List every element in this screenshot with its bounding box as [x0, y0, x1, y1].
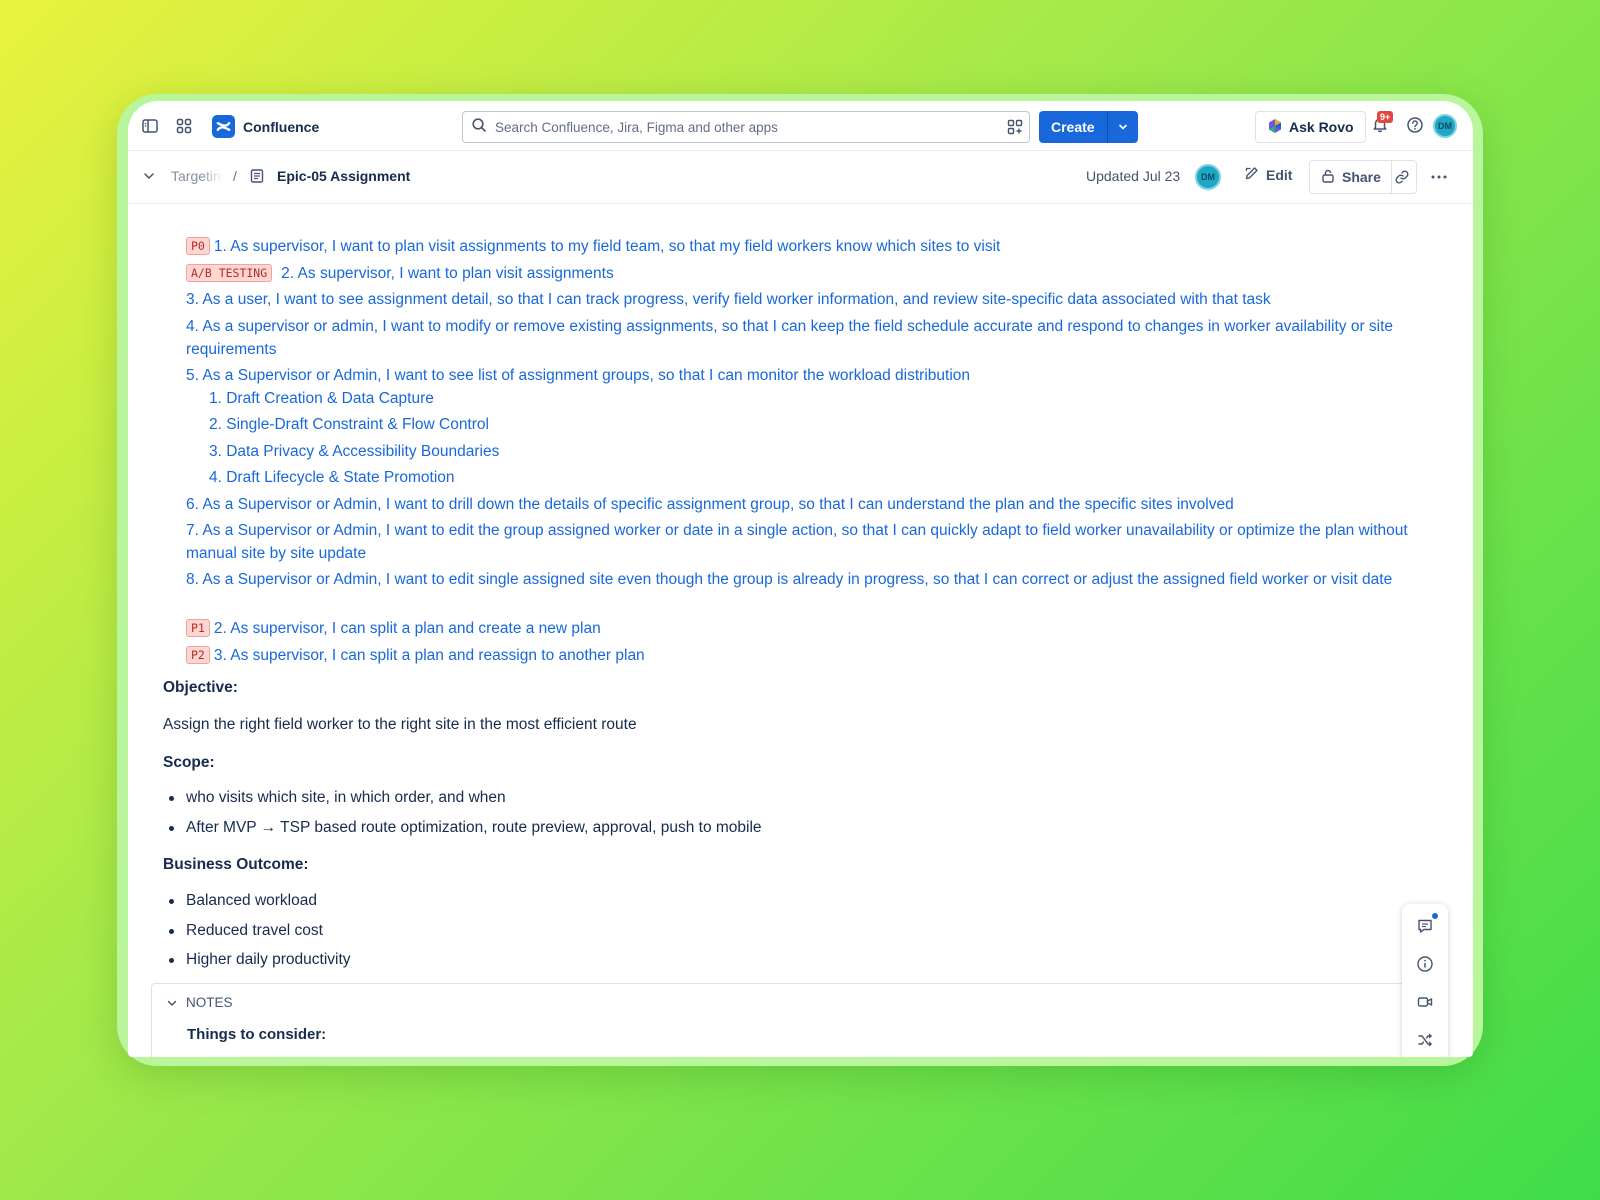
scope-heading: Scope:	[163, 754, 215, 771]
lock-icon	[1320, 168, 1336, 187]
story-link[interactable]: P0 1. As supervisor, I want to plan visit…	[186, 235, 1426, 258]
confluence-logo[interactable]: Confluence	[212, 115, 319, 138]
story-link[interactable]: P2 3. As supervisor, I can split a plan a…	[186, 644, 1426, 667]
author-avatar[interactable]: DM	[1195, 164, 1221, 190]
user-avatar[interactable]: DM	[1433, 114, 1457, 138]
top-navigation: Confluence Create Ask Rovo 9+	[128, 101, 1473, 151]
share-button[interactable]: Share	[1309, 160, 1392, 194]
ask-rovo-button[interactable]: Ask Rovo	[1255, 111, 1366, 143]
breadcrumb-current-page[interactable]: Epic-05 Assignment	[277, 168, 410, 184]
sub-item-link[interactable]: 4. Draft Lifecycle & State Promotion	[209, 466, 1449, 489]
search-icon	[471, 117, 487, 138]
pencil-icon	[1244, 165, 1260, 184]
search-input[interactable]	[495, 119, 975, 135]
business-outcome-heading: Business Outcome:	[163, 856, 309, 873]
list-item: who visits which site, in which order, a…	[169, 789, 506, 806]
list-item: Balanced workload	[169, 892, 317, 909]
list-item: Reduced travel cost	[169, 922, 323, 939]
ask-rovo-label: Ask Rovo	[1289, 119, 1354, 135]
priority-badge: P1	[186, 619, 210, 637]
breadcrumb-parent-link[interactable]: Targeting	[171, 168, 223, 184]
breadcrumb-separator: /	[233, 168, 237, 184]
confluence-window: Confluence Create Ask Rovo 9+	[128, 101, 1473, 1057]
info-icon[interactable]	[1415, 954, 1435, 974]
page-icon	[249, 168, 265, 189]
story-text: 1. As supervisor, I want to plan visit a…	[213, 238, 1001, 255]
link-icon	[1395, 170, 1408, 184]
share-label: Share	[1342, 169, 1381, 185]
last-updated-text[interactable]: Updated Jul 23	[1086, 168, 1180, 184]
sidebar-toggle-icon[interactable]	[139, 115, 161, 137]
objective-heading: Objective:	[163, 679, 238, 696]
chevron-down-icon[interactable]	[142, 169, 156, 188]
app-switcher-icon[interactable]	[173, 115, 195, 137]
notification-count-badge: 9+	[1377, 111, 1394, 123]
objective-text: Assign the right field worker to the rig…	[163, 716, 637, 733]
shuffle-icon[interactable]	[1415, 1030, 1435, 1050]
unread-dot	[1432, 913, 1438, 919]
video-icon[interactable]	[1415, 992, 1435, 1012]
story-link[interactable]: 8. As a Supervisor or Admin, I want to e…	[186, 568, 1426, 591]
floating-toolbar	[1402, 904, 1448, 1057]
rovo-icon	[1267, 118, 1283, 137]
list-item: Higher daily productivity	[169, 951, 351, 968]
confluence-logo-icon	[212, 115, 235, 138]
notes-subheading: Things to consider:	[187, 1026, 327, 1043]
app-name: Confluence	[243, 118, 320, 135]
story-link[interactable]: 4. As a supervisor or admin, I want to m…	[186, 315, 1426, 361]
priority-badge: P0	[186, 237, 210, 255]
status-badge: A/B TESTING	[186, 264, 273, 282]
list-item: After MVP → TSP based route optimization…	[169, 819, 762, 836]
chevron-down-icon	[1118, 124, 1127, 130]
create-button-group: Create	[1039, 111, 1138, 143]
priority-badge: P2	[186, 646, 210, 664]
more-actions-icon[interactable]	[1430, 169, 1448, 190]
story-link[interactable]: 5. As a Supervisor or Admin, I want to s…	[186, 364, 1426, 387]
search-apps-icon[interactable]	[1007, 119, 1023, 140]
global-search[interactable]	[462, 111, 1030, 143]
notes-toggle[interactable]: NOTES	[166, 995, 233, 1010]
story-text: 2. As supervisor, I can split a plan and…	[213, 620, 601, 637]
create-button[interactable]: Create	[1039, 111, 1108, 143]
story-link[interactable]: A/B TESTING 2. As supervisor, I want to p…	[186, 262, 1426, 285]
edit-button[interactable]: Edit	[1244, 165, 1292, 184]
story-link[interactable]: 7. As a Supervisor or Admin, I want to e…	[186, 519, 1426, 565]
edit-label: Edit	[1266, 166, 1293, 183]
page-header: Targeting / Epic-05 Assignment Updated J…	[128, 151, 1473, 204]
notes-expand-section: NOTES Things to consider:	[151, 983, 1421, 1057]
story-text: 3. As supervisor, I can split a plan and…	[213, 647, 645, 664]
help-icon[interactable]	[1406, 116, 1424, 139]
sub-item-link[interactable]: 3. Data Privacy & Accessibility Boundari…	[209, 440, 1449, 463]
chevron-down-icon	[167, 1000, 177, 1006]
sub-item-link[interactable]: 1. Draft Creation & Data Capture	[209, 387, 1449, 410]
create-dropdown-button[interactable]	[1107, 111, 1138, 143]
copy-link-button[interactable]	[1387, 160, 1417, 194]
sub-item-link[interactable]: 2. Single-Draft Constraint & Flow Contro…	[209, 413, 1449, 436]
story-link[interactable]: P1 2. As supervisor, I can split a plan a…	[186, 617, 1426, 640]
story-link[interactable]: 3. As a user, I want to see assignment d…	[186, 288, 1426, 311]
story-link[interactable]: 6. As a Supervisor or Admin, I want to d…	[186, 493, 1426, 516]
story-text: 2. As supervisor, I want to plan visit a…	[281, 265, 614, 282]
notes-label: NOTES	[186, 995, 233, 1010]
page-content: P0 1. As supervisor, I want to plan visit…	[128, 204, 1473, 1057]
comments-icon[interactable]	[1415, 916, 1435, 936]
